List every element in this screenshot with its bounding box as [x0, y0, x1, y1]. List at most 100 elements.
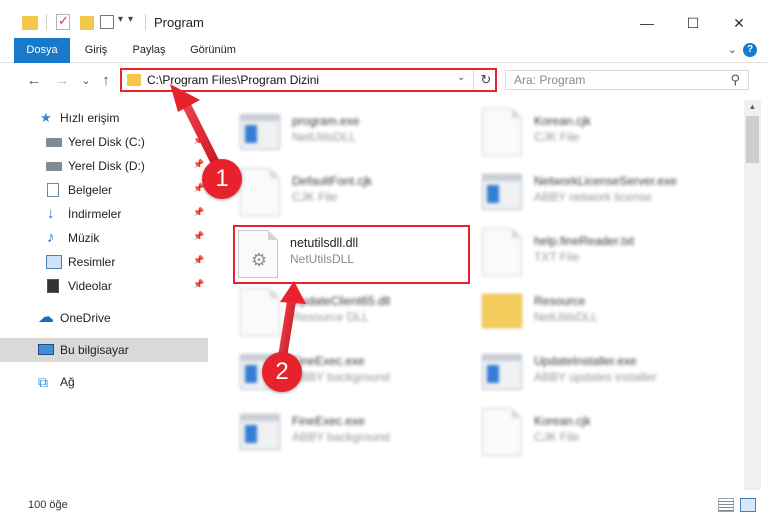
pin-icon[interactable]: 📌 [193, 255, 204, 266]
file-name: Korean.cjk [534, 414, 591, 428]
chevron-down-icon[interactable]: ⌄ [457, 72, 465, 83]
file-item[interactable]: program.exe NetUtilsDLL [240, 104, 490, 162]
customize-toolbar-icon[interactable]: ▾ [128, 14, 133, 34]
vertical-scrollbar[interactable]: ▲ [744, 100, 761, 490]
search-icon[interactable]: ⚲ [730, 72, 740, 88]
file-item[interactable]: Korean.cjk CJK File [482, 404, 732, 462]
document-file-icon [482, 228, 522, 276]
sidebar-item-local-disk-d[interactable]: Yerel Disk (D:) 📌 [0, 154, 208, 178]
sidebar-item-music[interactable]: ♪ Müzik 📌 [0, 226, 208, 250]
scrollbar-thumb[interactable] [746, 116, 759, 163]
file-type: CJK File [534, 430, 580, 444]
back-button[interactable]: ← [24, 71, 44, 91]
new-folder-icon[interactable] [80, 16, 94, 30]
sidebar-item-label: Yerel Disk (D:) [68, 159, 145, 173]
title-bar: ▾ ▾ Program — ☐ ✕ [0, 0, 769, 38]
maximize-button[interactable]: ☐ [670, 10, 716, 36]
properties-check-icon[interactable] [56, 13, 70, 30]
minimize-button[interactable]: — [624, 10, 670, 36]
sidebar-item-videos[interactable]: Videolar 📌 [0, 274, 208, 298]
file-item[interactable]: help.fineReader.txt TXT File [482, 224, 732, 282]
exe-file-icon [240, 414, 280, 450]
address-bar[interactable]: C:\Program Files\Program Dizini ⌄ ↻ [120, 68, 497, 92]
step-2-callout: 2 [262, 352, 302, 392]
file-type: ABBY background [292, 370, 390, 384]
tab-share[interactable]: Paylaş [126, 38, 172, 63]
file-item[interactable]: NetworkLicenseServer.exe ABBY network li… [482, 164, 732, 222]
pin-icon[interactable]: 📌 [193, 231, 204, 242]
sidebar-item-label: Hızlı erişim [60, 111, 120, 125]
file-item[interactable]: Resource NetUtilsDLL [482, 284, 732, 342]
pin-icon[interactable]: 📌 [193, 135, 204, 146]
file-item[interactable]: FineExec.exe ABBY background [240, 404, 490, 462]
file-type: ABBY background [292, 430, 390, 444]
file-type: NetUtilsDLL [534, 310, 599, 324]
ribbon-expand-icon[interactable]: ⌄ [728, 43, 737, 56]
pin-icon[interactable]: 📌 [193, 159, 204, 170]
tab-home[interactable]: Giriş [76, 38, 116, 63]
exe-file-icon [482, 174, 522, 210]
file-name: Korean.cjk [534, 114, 591, 128]
close-button[interactable]: ✕ [716, 10, 762, 36]
file-type: Resource DLL [292, 310, 369, 324]
file-type: TXT File [534, 250, 580, 264]
toolbar-separator [46, 14, 47, 30]
computer-icon [38, 344, 54, 355]
file-item[interactable]: UpdateInstaller.exe ABBY updates install… [482, 344, 732, 402]
disk-icon [46, 138, 62, 147]
pin-icon[interactable]: 📌 [193, 279, 204, 290]
chevron-down-icon[interactable]: ▾ [118, 14, 123, 34]
file-item[interactable]: DefaultFont.cjk CJK File [240, 164, 490, 222]
file-name: UpdateClient65.dll [292, 294, 391, 308]
file-name: NetworkLicenseServer.exe [534, 174, 677, 188]
refresh-icon[interactable]: ↻ [478, 70, 494, 90]
exe-file-icon [240, 114, 280, 150]
tab-file[interactable]: Dosya [14, 38, 70, 63]
file-name: program.exe [292, 114, 360, 128]
up-button[interactable]: ↑ [96, 71, 116, 91]
file-list: program.exe NetUtilsDLL Korean.cjk CJK F… [210, 100, 744, 490]
sidebar-item-local-disk-c[interactable]: Yerel Disk (C:) 📌 [0, 130, 208, 154]
search-box[interactable]: Ara: Program ⚲ [505, 70, 749, 90]
window-title: Program [154, 15, 204, 30]
document-file-icon [240, 168, 280, 216]
details-view-icon[interactable] [718, 498, 734, 512]
step-1-callout: 1 [202, 159, 242, 199]
folder-icon [127, 74, 141, 86]
tab-view[interactable]: Görünüm [182, 38, 244, 63]
sidebar-item-this-pc[interactable]: Bu bilgisayar [0, 338, 208, 362]
file-type: ABBY updates installer [534, 370, 657, 384]
address-path[interactable]: C:\Program Files\Program Dizini [147, 73, 319, 87]
sidebar-item-downloads[interactable]: ↓ İndirmeler 📌 [0, 202, 208, 226]
folder-icon [22, 16, 38, 30]
file-item[interactable]: Korean.cjk CJK File [482, 104, 732, 162]
sidebar-item-label: Bu bilgisayar [60, 343, 129, 357]
sidebar-item-label: Yerel Disk (C:) [68, 135, 145, 149]
forward-button[interactable]: → [52, 71, 72, 91]
file-name: DefaultFont.cjk [292, 174, 373, 188]
sidebar-item-documents[interactable]: Belgeler 📌 [0, 178, 208, 202]
view-icon[interactable] [100, 15, 114, 29]
sidebar-item-network[interactable]: ⧉ Ağ [0, 370, 208, 394]
large-icons-view-icon[interactable] [740, 498, 756, 512]
cloud-icon: ☁ [38, 309, 54, 326]
recent-locations-button[interactable]: ⌄ [76, 71, 96, 91]
search-input[interactable]: Ara: Program [514, 73, 585, 87]
sidebar-item-quick-access[interactable]: ★ Hızlı erişim [0, 106, 208, 130]
file-name: UpdateInstaller.exe [534, 354, 637, 368]
sidebar-item-label: Videolar [68, 279, 112, 293]
dll-file-icon [240, 288, 280, 336]
scroll-up-icon[interactable]: ▲ [744, 102, 761, 111]
item-count: 100 öğe [28, 499, 68, 511]
file-type: CJK File [534, 130, 580, 144]
navigation-pane: ★ Hızlı erişim Yerel Disk (C:) 📌 Yerel D… [0, 102, 208, 490]
sidebar-item-pictures[interactable]: Resimler 📌 [0, 250, 208, 274]
sidebar-item-onedrive[interactable]: ☁ OneDrive [0, 306, 208, 330]
videos-icon [47, 279, 59, 293]
file-name: Resource [534, 294, 586, 308]
pin-icon[interactable]: 📌 [193, 207, 204, 218]
status-bar: 100 öğe [0, 492, 769, 532]
help-icon[interactable]: ? [743, 43, 757, 57]
file-item[interactable]: UpdateClient65.dll Resource DLL [240, 284, 490, 342]
sidebar-item-label: Belgeler [68, 183, 113, 197]
